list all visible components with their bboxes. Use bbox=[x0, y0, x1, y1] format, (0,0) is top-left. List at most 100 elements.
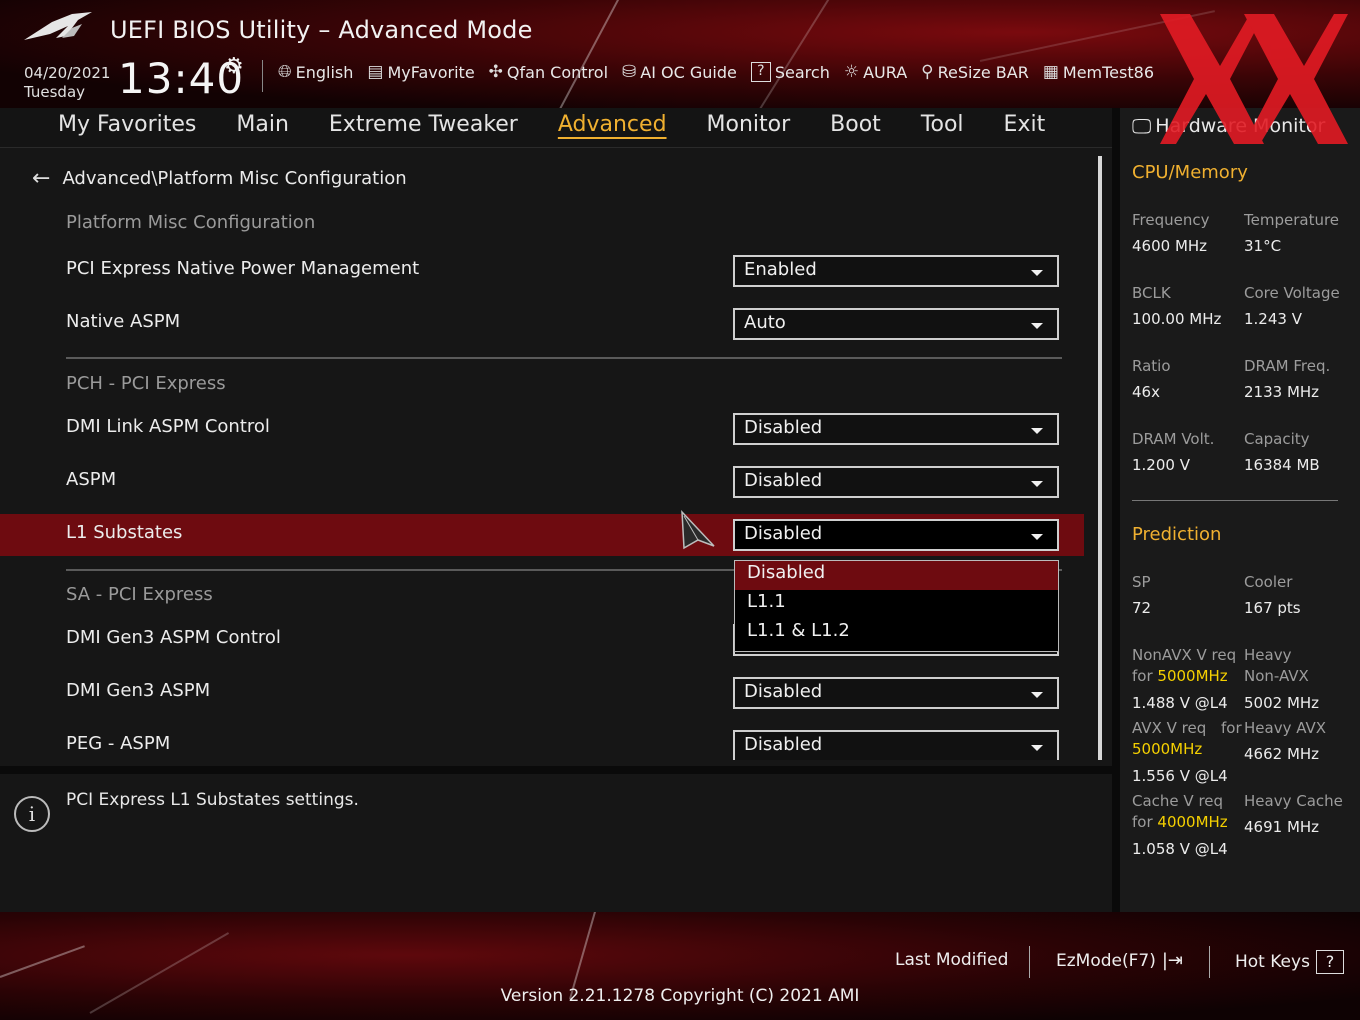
setting-label[interactable]: L1 Substates bbox=[66, 522, 182, 543]
ezmode-label: EzMode(F7) bbox=[1056, 950, 1156, 971]
mouse-pointer-icon bbox=[681, 510, 715, 550]
capacity-value: 16384 MB bbox=[1244, 456, 1320, 474]
chevron-down-icon bbox=[1031, 270, 1043, 276]
toolbar-qfan-button[interactable]: ✣ Qfan Control bbox=[489, 62, 608, 82]
tab-main[interactable]: Main bbox=[236, 112, 289, 137]
setting-dropdown[interactable]: Enabled bbox=[733, 255, 1059, 287]
clock-settings-gear-icon[interactable]: ⚙ bbox=[224, 54, 244, 79]
tab-extreme-tweaker[interactable]: Extreme Tweaker bbox=[329, 112, 518, 137]
ezmode-button[interactable]: EzMode(F7) |⇥ bbox=[1056, 950, 1183, 971]
footer-separator bbox=[1029, 946, 1030, 978]
cache-voltage-value: 1.058 V @L4 bbox=[1132, 840, 1228, 858]
heavy-nonavx-label-1: Heavy bbox=[1244, 646, 1292, 664]
last-modified-button[interactable]: Last Modified bbox=[895, 950, 1008, 970]
avx-for-label: for bbox=[1221, 719, 1242, 737]
back-arrow-icon[interactable]: ← bbox=[32, 166, 50, 191]
dropdown-option[interactable]: L1.1 & L1.2 bbox=[735, 619, 1058, 648]
hardware-monitor-panel: 🖵︎ Hardware Monitor CPU/Memory Frequency… bbox=[1120, 108, 1360, 912]
aura-light-icon: ☼ bbox=[843, 62, 860, 82]
heavy-avx-label: Heavy AVX bbox=[1244, 719, 1327, 737]
fan-icon: ✣ bbox=[488, 62, 503, 82]
date-text: 04/20/2021 bbox=[24, 64, 111, 82]
tab-advanced[interactable]: Advanced bbox=[558, 112, 667, 137]
dropdown-value: Disabled bbox=[744, 470, 823, 491]
hot-keys-label: Hot Keys bbox=[1235, 952, 1310, 972]
cache-for-label: for bbox=[1132, 813, 1153, 831]
toolbar-label: ReSize BAR bbox=[937, 62, 1029, 82]
setting-label[interactable]: PEG - ASPM bbox=[66, 733, 170, 754]
header-separator bbox=[262, 60, 263, 92]
section-divider bbox=[66, 357, 1062, 359]
setting-label[interactable]: DMI Link ASPM Control bbox=[66, 416, 270, 437]
avx-voltage-value: 1.556 V @L4 bbox=[1132, 767, 1228, 785]
setting-dropdown[interactable]: Disabled bbox=[733, 466, 1059, 498]
setting-label[interactable]: DMI Gen3 ASPM bbox=[66, 680, 210, 701]
cache-for-line: for 4000MHz bbox=[1132, 812, 1228, 833]
rog-logo-icon bbox=[24, 12, 92, 40]
toolbar-label: AI OC Guide bbox=[640, 62, 737, 82]
setting-label[interactable]: ASPM bbox=[66, 469, 116, 490]
setting-label[interactable]: DMI Gen3 ASPM Control bbox=[66, 627, 281, 648]
dram-freq-label: DRAM Freq. bbox=[1244, 357, 1331, 375]
question-mark-icon: ? bbox=[1315, 950, 1344, 974]
dram-volt-label: DRAM Volt. bbox=[1132, 430, 1215, 448]
avx-target-freq: 5000MHz bbox=[1132, 740, 1203, 758]
toolbar-resize-bar-button[interactable]: ⚲ ReSize BAR bbox=[921, 62, 1029, 82]
tab-boot[interactable]: Boot bbox=[830, 112, 881, 137]
dropdown-option[interactable]: L1.1 bbox=[735, 590, 1058, 619]
cooler-label: Cooler bbox=[1244, 573, 1293, 591]
chevron-down-icon bbox=[1031, 745, 1043, 751]
setting-dropdown[interactable]: Disabled bbox=[733, 730, 1059, 760]
day-text: Tuesday bbox=[24, 83, 86, 101]
section-title-pch: PCH - PCI Express bbox=[66, 373, 226, 394]
dropdown-value: Enabled bbox=[744, 259, 817, 280]
setting-dropdown-active[interactable]: Disabled bbox=[733, 519, 1059, 551]
toolbar-myfavorite-button[interactable]: ▤ MyFavorite bbox=[367, 62, 474, 82]
header-bar: UEFI BIOS Utility – Advanced Mode 04/20/… bbox=[0, 0, 1360, 108]
core-voltage-label: Core Voltage bbox=[1244, 284, 1340, 302]
heavy-cache-value: 4691 MHz bbox=[1244, 818, 1320, 836]
toolbar-aura-button[interactable]: ☼ AURA bbox=[844, 62, 907, 82]
hot-keys-button[interactable]: Hot Keys ? bbox=[1235, 950, 1344, 974]
date-display: 04/20/2021 Tuesday bbox=[24, 64, 110, 102]
avx-req-label: AVX V req bbox=[1132, 719, 1207, 737]
tab-exit[interactable]: Exit bbox=[1004, 112, 1046, 137]
dropdown-value: Disabled bbox=[744, 523, 823, 544]
tab-monitor[interactable]: Monitor bbox=[707, 112, 791, 137]
globe-icon: 🌐︎ bbox=[278, 62, 292, 82]
tab-my-favorites[interactable]: My Favorites bbox=[58, 112, 196, 137]
dropdown-option-selected[interactable]: Disabled bbox=[735, 561, 1058, 590]
toolbar-label: MyFavorite bbox=[387, 62, 475, 82]
capacity-label: Capacity bbox=[1244, 430, 1310, 448]
frequency-label: Frequency bbox=[1132, 211, 1210, 229]
tab-tool[interactable]: Tool bbox=[921, 112, 964, 137]
settings-panel: ← Advanced\Platform Misc Configuration P… bbox=[0, 148, 1112, 766]
bclk-value: 100.00 MHz bbox=[1132, 310, 1222, 328]
nonavx-req-label: NonAVX V req bbox=[1132, 646, 1237, 664]
background-streak bbox=[979, 10, 1215, 62]
app-title: UEFI BIOS Utility – Advanced Mode bbox=[110, 16, 533, 44]
avx-req-line: AVX V req for bbox=[1132, 718, 1242, 739]
toolbar-ai-oc-guide-button[interactable]: ⛁ AI OC Guide bbox=[622, 62, 737, 82]
settings-scrollbar[interactable] bbox=[1098, 156, 1102, 760]
setting-dropdown[interactable]: Auto bbox=[733, 308, 1059, 340]
setting-label[interactable]: Native ASPM bbox=[66, 311, 180, 332]
help-description: PCI Express L1 Substates settings. bbox=[66, 790, 359, 810]
setting-dropdown[interactable]: Disabled bbox=[733, 677, 1059, 709]
help-panel: i PCI Express L1 Substates settings. bbox=[0, 774, 1112, 912]
setting-dropdown[interactable]: Disabled bbox=[733, 413, 1059, 445]
exit-to-ezmode-icon: |⇥ bbox=[1161, 950, 1183, 971]
toolbar-language-button[interactable]: 🌐︎ English bbox=[278, 62, 353, 82]
hwm-divider bbox=[1132, 500, 1338, 501]
dropdown-value: Auto bbox=[744, 312, 786, 333]
toolbar-label: Qfan Control bbox=[506, 62, 609, 82]
toolbar-memtest-button[interactable]: ▦ MemTest86 bbox=[1043, 62, 1154, 82]
temperature-value: 31°C bbox=[1244, 237, 1282, 255]
main-menu-bar: My Favorites Main Extreme Tweaker Advanc… bbox=[0, 108, 1112, 148]
toolbar-label: English bbox=[295, 62, 354, 82]
setting-label[interactable]: PCI Express Native Power Management bbox=[66, 258, 419, 279]
toolbar-label: MemTest86 bbox=[1062, 62, 1154, 82]
toolbar: 🌐︎ English ▤ MyFavorite ✣ Qfan Control ⛁… bbox=[278, 62, 1154, 82]
toolbar-search-button[interactable]: ? Search bbox=[750, 62, 830, 82]
frequency-value: 4600 MHz bbox=[1132, 237, 1208, 255]
